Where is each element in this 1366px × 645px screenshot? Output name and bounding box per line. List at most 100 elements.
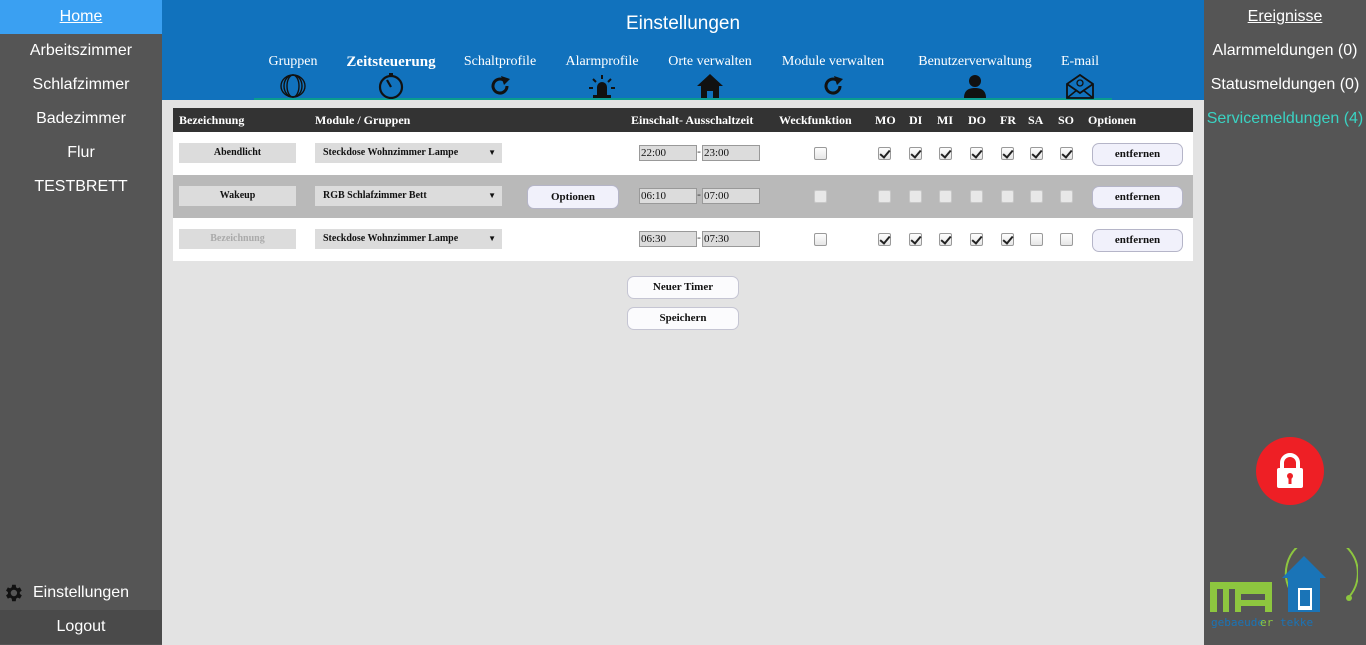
day-checkbox-mi[interactable] [939,147,952,160]
tab-label: E-mail [1060,54,1100,69]
service-messages-link[interactable]: Servicemeldungen (4) [1204,102,1366,136]
day-checkbox-sa[interactable] [1030,147,1043,160]
day-checkbox-sa[interactable] [1030,233,1043,246]
siren-icon [589,75,615,98]
day-checkbox-di[interactable] [909,147,922,160]
day-checkbox-do[interactable] [970,233,983,246]
day-checkbox-di[interactable] [909,190,922,203]
tab-label: Zeitsteuerung [346,54,436,70]
nav-home[interactable]: Home [0,0,162,34]
day-checkbox-mo[interactable] [878,190,891,203]
wake-checkbox[interactable] [814,190,827,203]
day-checkbox-do[interactable] [970,147,983,160]
svg-text:gebaeude: gebaeude [1211,616,1264,629]
col-do: DO [968,113,986,127]
tab-schaltprofile[interactable]: Schaltprofile [454,54,546,99]
header: Einstellungen Gruppen Zeitsteuerung Scha… [162,0,1204,100]
on-time-input[interactable]: 06:10 [639,188,697,204]
settings-tabs: Gruppen Zeitsteuerung Schaltprofile Alar… [254,54,1112,100]
tab-orte-verwalten[interactable]: Orte verwalten [658,54,762,99]
new-timer-button[interactable]: Neuer Timer [627,276,739,299]
tab-email[interactable]: E-mail [1050,54,1110,99]
nav-schlafzimmer[interactable]: Schlafzimmer [0,68,162,102]
module-select[interactable]: RGB Schlafzimmer Bett ▼ [315,186,502,206]
refresh-icon [824,76,843,95]
day-checkbox-so[interactable] [1060,147,1073,160]
day-checkbox-sa[interactable] [1030,190,1043,203]
col-mi: MI [937,113,953,127]
module-select-value: Steckdose Wohnzimmer Lampe [323,147,459,158]
tab-label: Schaltprofile [463,54,537,69]
timer-name-field[interactable]: Wakeup [179,186,296,206]
col-sa: SA [1028,113,1044,127]
tab-gruppen[interactable]: Gruppen [254,54,332,99]
day-checkbox-mo[interactable] [878,147,891,160]
alarm-messages-link[interactable]: Alarmmeldungen (0) [1204,34,1366,68]
tab-label: Benutzerverwaltung [918,54,1032,69]
table-header: Bezeichnung Module / Gruppen Einschalt- … [173,108,1193,132]
remove-button[interactable]: entfernen [1092,186,1183,209]
user-icon [964,75,986,98]
time-separator: - [697,145,701,158]
refresh-icon [491,76,510,95]
nav-badezimmer[interactable]: Badezimmer [0,102,162,136]
tab-label: Orte verwalten [668,54,752,69]
day-checkbox-so[interactable] [1060,233,1073,246]
day-checkbox-do[interactable] [970,190,983,203]
gear-icon [6,584,22,602]
house-icon [697,74,723,98]
col-wake: Weckfunktion [779,113,852,127]
day-checkbox-mi[interactable] [939,190,952,203]
module-select[interactable]: Steckdose Wohnzimmer Lampe ▼ [315,229,502,249]
day-checkbox-fr[interactable] [1001,190,1014,203]
day-checkbox-di[interactable] [909,233,922,246]
off-time-input[interactable]: 07:30 [702,231,760,247]
on-time-input[interactable]: 06:30 [639,231,697,247]
off-time-input[interactable]: 23:00 [702,145,760,161]
dropdown-arrow-icon: ▼ [488,148,496,157]
table-row: Abendlicht Steckdose Wohnzimmer Lampe ▼ … [173,132,1193,175]
time-separator: - [697,231,701,244]
col-options: Optionen [1088,113,1137,127]
status-messages-link[interactable]: Statusmeldungen (0) [1204,68,1366,102]
nav-arbeitszimmer[interactable]: Arbeitszimmer [0,34,162,68]
dropdown-arrow-icon: ▼ [488,191,496,200]
module-select[interactable]: Steckdose Wohnzimmer Lampe ▼ [315,143,502,163]
col-name: Bezeichnung [179,113,245,127]
sidebar-bottom: Einstellungen Logout [0,576,162,644]
day-checkbox-fr[interactable] [1001,147,1014,160]
timer-name-field[interactable]: Bezeichnung [179,229,296,249]
col-di: DI [909,113,923,127]
tab-module-verwalten[interactable]: Module verwalten [772,54,894,99]
events-link[interactable]: Ereignisse [1204,0,1366,34]
main-content: Einstellungen Gruppen Zeitsteuerung Scha… [162,0,1204,645]
options-button[interactable]: Optionen [527,185,619,209]
left-sidebar: Home Arbeitszimmer Schlafzimmer Badezimm… [0,0,162,645]
time-separator: - [697,188,701,201]
nav-testbrett[interactable]: TESTBRETT [0,170,162,204]
tab-alarmprofile[interactable]: Alarmprofile [554,54,650,99]
company-logo: gebaeude er tekke [1210,548,1358,629]
table-row: Bezeichnung Steckdose Wohnzimmer Lampe ▼… [173,218,1193,261]
day-checkbox-mi[interactable] [939,233,952,246]
timer-name-field[interactable]: Abendlicht [179,143,296,163]
day-checkbox-mo[interactable] [878,233,891,246]
day-checkbox-fr[interactable] [1001,233,1014,246]
day-checkbox-so[interactable] [1060,190,1073,203]
off-time-input[interactable]: 07:00 [702,188,760,204]
nav-flur[interactable]: Flur [0,136,162,170]
wake-checkbox[interactable] [814,233,827,246]
remove-button[interactable]: entfernen [1092,143,1183,166]
svg-text:tekke: tekke [1280,616,1313,629]
lock-button[interactable] [1256,437,1324,505]
rings-icon [280,74,306,98]
tab-zeitsteuerung[interactable]: Zeitsteuerung [336,54,446,99]
save-button[interactable]: Speichern [627,307,739,330]
wake-checkbox[interactable] [814,147,827,160]
remove-button[interactable]: entfernen [1092,229,1183,252]
dropdown-arrow-icon: ▼ [488,234,496,243]
on-time-input[interactable]: 22:00 [639,145,697,161]
nav-settings[interactable]: Einstellungen [0,576,162,610]
tab-benutzerverwaltung[interactable]: Benutzerverwaltung [906,54,1044,99]
logout-button[interactable]: Logout [0,610,162,644]
